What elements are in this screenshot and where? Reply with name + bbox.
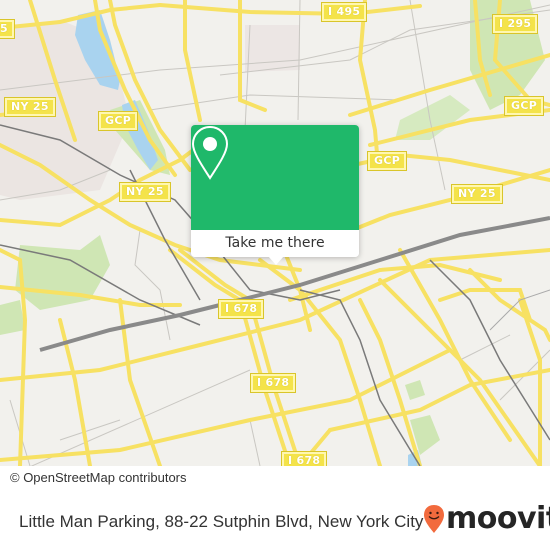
popup-tail [268, 256, 284, 265]
take-me-there-button[interactable]: Take me there [191, 230, 359, 257]
road-shield-edge: 5 [0, 19, 15, 39]
road-shield-ny25-east: NY 25 [451, 184, 503, 204]
road-shield-i678-center: I 678 [249, 373, 297, 393]
place-address: Little Man Parking, 88-22 Sutphin Blvd, … [19, 512, 424, 531]
popup-header [191, 125, 359, 230]
location-popup: Take me there [191, 125, 359, 265]
moovit-smile-pin-icon [424, 505, 444, 533]
map-attribution[interactable]: © OpenStreetMap contributors [0, 466, 206, 490]
location-pin-icon [191, 125, 229, 180]
road-shield-i678-north: I 678 [217, 299, 265, 319]
road-shield-i295: I 295 [491, 14, 539, 34]
park-area [405, 380, 425, 400]
road-shield-i678-south: I 678 [280, 451, 328, 466]
park-area [0, 300, 25, 335]
road-shield-gcp-west: GCP [97, 111, 139, 131]
map[interactable]: I 495 I 295 GCP GCP GCP NY 25 NY 25 NY 2… [0, 0, 550, 466]
urban-area [245, 25, 300, 72]
road-shield-i495: I 495 [320, 2, 368, 22]
road-shield-gcp-center: GCP [366, 151, 408, 171]
road-shield-ny25-center: NY 25 [119, 182, 171, 202]
moovit-logo[interactable]: moovit [446, 501, 550, 537]
road-shield-ny25-west: NY 25 [4, 97, 56, 117]
road-shield-gcp-east: GCP [503, 96, 545, 116]
